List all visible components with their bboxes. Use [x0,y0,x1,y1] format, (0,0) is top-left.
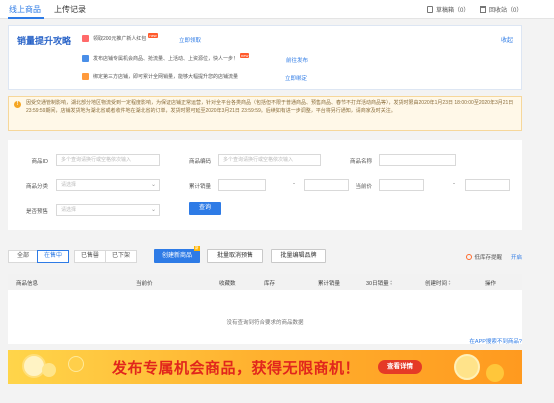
active-tab-indicator [8,17,44,19]
col-created-sort[interactable]: 创建时间 ▲ ▼ [425,279,451,288]
category-select[interactable]: 请选择 ⌄ [56,179,160,191]
create-product-label: 创建新商品 [161,253,192,259]
col-price: 当前价 [136,281,153,287]
coin-icon [486,364,504,382]
col-stock: 库存 [264,281,276,287]
presale-placeholder: 请选择 [61,207,77,213]
table-header: 商品信息 当前价 收藏数 库存 累计销量 30日销量 ▲ ▼ 创建时间 ▲ ▼ 操作 [8,274,522,290]
low-stock-toggle[interactable]: 开启 [511,253,522,261]
new-badge: new [240,53,250,58]
product-code-input[interactable]: 多个查询请换行或空格依次输入 [218,154,321,166]
category-label: 商品分类 [25,184,48,190]
col-product-info: 商品信息 [16,281,39,287]
col-30day-sales: 30日销量 [366,281,389,287]
action-bar: 全部 在售中 已售罄 已下架 创建新商品 新 批量取消预售 批量编辑品牌 低库存… [8,246,522,264]
price-min-input[interactable] [379,179,424,191]
view-details-button[interactable]: 查看详情 [378,360,422,374]
filter-form: 商品ID 多个查询请换行或空格依次输入 商品编码 多个查询请换行或空格依次输入 … [8,140,522,230]
recycle-label: 回收站（0） [489,8,523,14]
trash-icon [480,6,486,13]
coin-icon [68,356,84,372]
coin-icon [42,363,56,377]
product-id-label: 商品ID [31,159,48,165]
notice-text: 因受交通管制影响，湖北部分地区物流受到一定程度影响，为保证店铺正常运营，针对全平… [26,100,514,114]
red-packet-icon [82,35,89,42]
col-created: 创建时间 [425,281,448,287]
product-id-input[interactable]: 多个查询请换行或空格依次输入 [56,154,160,166]
bind-now-link[interactable]: 立即绑定 [285,74,307,82]
sort-icon: ▲ ▼ [448,279,451,286]
range-dash: - [453,181,455,187]
range-dash: - [293,181,295,187]
promo-row-text: 领取200元推广新人红包 [93,36,147,42]
low-stock-reminder: 低库存提醒 开启 [466,253,522,261]
col-total-sales: 累计销量 [318,281,341,287]
price-max-input[interactable] [465,179,510,191]
query-button[interactable]: 查询 [189,202,221,215]
logistics-notice: ! 因受交通管制影响，湖北部分地区物流受到一定程度影响，为保证店铺正常运营，针对… [8,96,522,131]
price-label: 当前价 [355,184,372,190]
banner-headline: 发布专属机会商品，获得无限商机！ [112,360,361,377]
warning-icon: ! [14,101,21,108]
presale-label: 是否预售 [25,209,48,215]
status-tab-on-sale[interactable]: 在售中 [37,250,69,263]
product-name-input[interactable] [379,154,456,166]
link-store-icon [82,73,89,80]
sales-min-input[interactable] [218,179,266,191]
product-code-label: 商品编码 [188,159,211,165]
empty-state-text: 没有查询到符合要求的商品数据 [226,320,304,326]
top-tab-bar: 线上商品 上传记录 草稿箱（0） 回收站（0） [0,0,554,19]
presale-select[interactable]: 请选择 ⌄ [56,204,160,216]
sales-label: 累计销量 [188,184,211,190]
drafts-link[interactable]: 草稿箱（0） [427,5,469,14]
create-product-button[interactable]: 创建新商品 新 [154,246,200,263]
promo-row-bind: 绑定第三方店铺，即可累计全网销量，能够大幅提升您的店铺流量 [82,73,238,80]
claim-now-link[interactable]: 立即领取 [179,36,201,44]
col-favorites: 收藏数 [219,281,236,287]
chevron-down-icon: ⌄ [150,207,156,213]
promo-title: 销量提升攻略 [17,36,72,46]
promo-row-text: 绑定第三方店铺，即可累计全网销量，能够大幅提升您的店铺流量 [93,74,239,80]
draft-icon [427,6,433,13]
col-30day-sales-sort[interactable]: 30日销量 ▲ ▼ [366,279,393,288]
new-badge: new [148,33,158,38]
coin-icon [454,354,480,380]
app-search-help-link[interactable]: 在APP搜索不到商品? [469,337,522,345]
batch-edit-brand-button[interactable]: 批量编辑品牌 [271,249,326,263]
promo-banner[interactable]: 发布专属机会商品，获得无限商机！ 查看详情 [8,350,522,384]
tab-upload-records[interactable]: 上传记录 [54,4,86,15]
chevron-down-icon: ⌄ [150,182,156,188]
tab-online-products[interactable]: 线上商品 [9,4,41,15]
status-tab-all[interactable]: 全部 [8,250,38,263]
product-table: 商品信息 当前价 收藏数 库存 累计销量 30日销量 ▲ ▼ 创建时间 ▲ ▼ 操作… [8,274,522,345]
col-actions: 操作 [485,281,497,287]
promo-row-text: 发布店铺专属机会商品、抢流量、上活动、上资源位，快人一步！ [93,56,239,62]
alert-circle-icon [466,254,473,260]
go-publish-link[interactable]: 前往发布 [286,56,308,64]
batch-cancel-presale-button[interactable]: 批量取消预售 [207,249,263,263]
publish-icon [82,55,89,62]
drafts-label: 草稿箱（0） [436,8,470,14]
status-tab-sold-out[interactable]: 已售罄 [74,250,106,263]
new-badge: 新 [194,246,200,251]
sort-icon: ▲ ▼ [389,279,393,286]
recycle-bin-link[interactable]: 回收站（0） [480,5,522,14]
promo-row-publish: 发布店铺专属机会商品、抢流量、上活动、上资源位，快人一步！ new [82,53,250,62]
sales-boost-card: 销量提升攻略 收起 领取200元推广新人红包 new 立即领取 发布店铺专属机会… [8,25,522,90]
product-name-label: 商品名称 [349,159,372,165]
low-stock-label: 低库存提醒 [474,255,502,261]
collapse-link[interactable]: 收起 [501,35,513,44]
promo-row-coupon: 领取200元推广新人红包 new [82,33,158,42]
status-tab-off-shelf[interactable]: 已下架 [105,250,137,263]
category-placeholder: 请选择 [61,182,77,188]
